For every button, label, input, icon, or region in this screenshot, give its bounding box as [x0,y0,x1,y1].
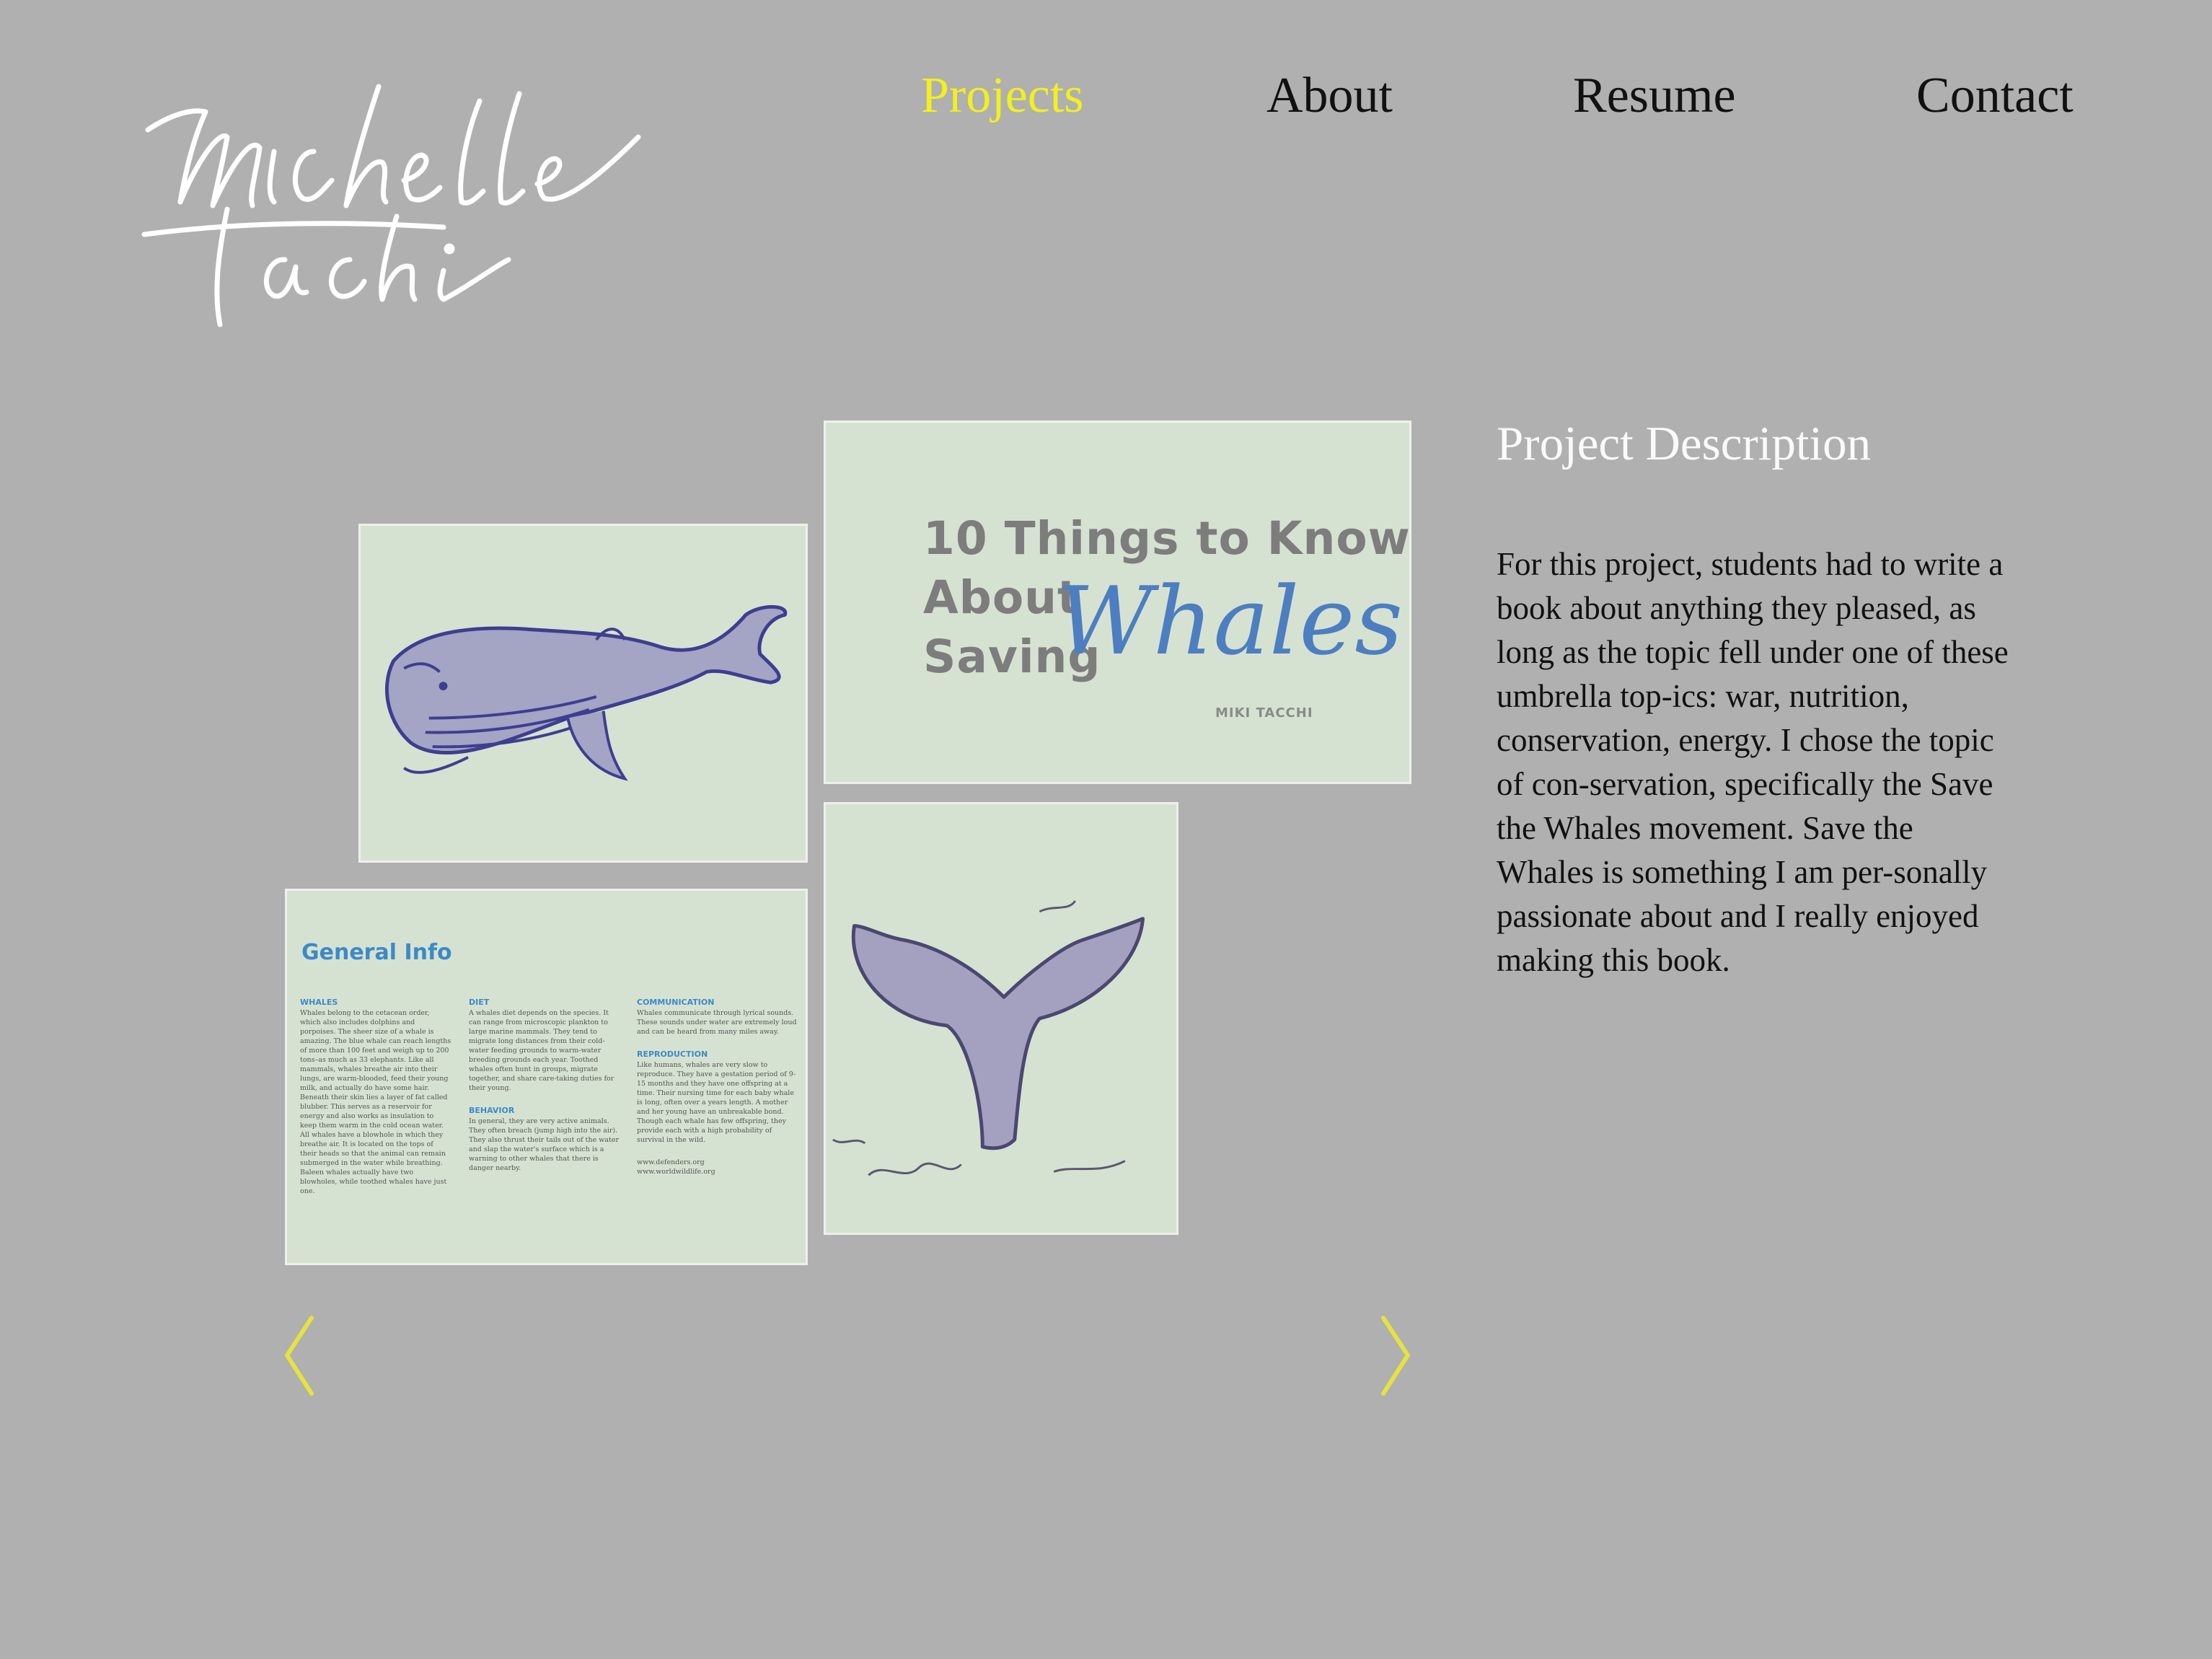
info-text: A whales diet depends on the species. It… [469,1009,614,1092]
nav-resume[interactable]: Resume [1573,71,1736,121]
info-heading: REPRODUCTION [637,1049,708,1059]
gallery-image-whale-tail[interactable] [824,802,1178,1235]
info-text: Like humans, whales are very slow to rep… [637,1061,796,1144]
info-column-1: WHALES Whales belong to the cetacean ord… [300,998,451,1196]
cover-script-word: Whales [1057,566,1404,676]
cover-author: MIKI TACCHI [1215,705,1313,721]
info-heading: COMMUNICATION [637,998,715,1007]
gallery-image-general-info-page[interactable]: General Info WHALES Whales belong to the… [285,889,808,1265]
whale-tail-illustration [832,900,1145,1176]
gallery-prev-button[interactable] [281,1314,317,1397]
chevron-left-icon [285,1316,314,1396]
nav-projects[interactable]: Projects [921,71,1084,121]
nav-contact[interactable]: Contact [1916,71,2074,121]
logo[interactable] [141,79,645,346]
info-heading: BEHAVIOR [469,1106,515,1115]
signature-logo-image [141,84,641,327]
gallery-next-button[interactable] [1378,1314,1414,1397]
info-text: In general, they are very active animals… [469,1117,619,1172]
info-link: www.worldwildlife.org [637,1168,715,1176]
info-column-2: DIET A whales diet depends on the specie… [469,998,620,1173]
gallery-image-book-cover[interactable]: 10 Things to Know About Saving Whales MI… [824,421,1411,784]
chevron-right-icon [1381,1316,1410,1396]
nav-about[interactable]: About [1266,71,1393,121]
info-heading: DIET [469,998,490,1007]
gallery-image-whale-illustration[interactable] [358,524,808,863]
info-text: Whales communicate through lyrical sound… [637,1009,797,1036]
humpback-whale-illustration [384,604,787,781]
info-column-3: COMMUNICATION Whales communicate through… [637,998,797,1176]
info-text: Whales belong to the cetacean order, whi… [300,1009,451,1195]
info-link: www.defenders.org [637,1158,705,1166]
info-heading: WHALES [300,998,338,1007]
info-page-title: General Info [301,940,452,965]
project-description-body: For this project, students had to write … [1497,546,2009,978]
project-description-title: Project Description [1497,417,1872,470]
